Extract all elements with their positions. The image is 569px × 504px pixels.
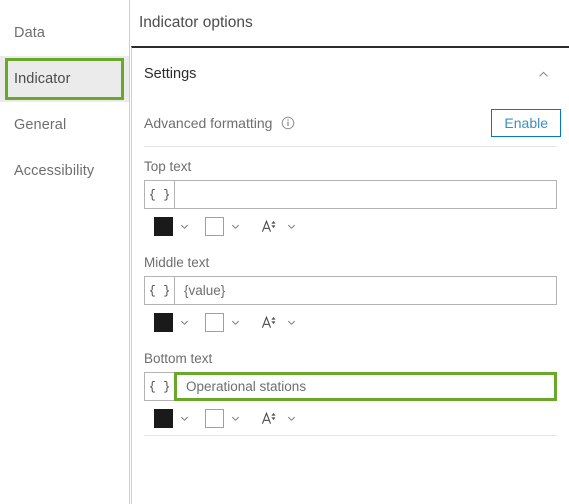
sidebar-item-label: Indicator [14, 71, 71, 87]
middle-text-input[interactable] [174, 276, 557, 305]
chevron-down-icon[interactable] [224, 407, 246, 429]
sidebar-item-indicator[interactable]: Indicator [0, 56, 129, 102]
chevron-down-icon[interactable] [173, 311, 195, 333]
chevron-down-icon[interactable] [224, 215, 246, 237]
settings-section-title: Settings [144, 66, 197, 82]
bottom-text-background-swatch[interactable] [205, 408, 224, 428]
middle-text-color-swatch[interactable] [154, 312, 173, 332]
middle-text-label: Middle text [144, 255, 210, 270]
bottom-text-color-swatch[interactable] [154, 408, 173, 428]
indicator-options-screen: Data Indicator General Accessibility Ind… [0, 0, 569, 504]
sidebar-item-label: Accessibility [14, 163, 95, 179]
sidebar-item-label: General [14, 117, 67, 133]
chevron-down-icon[interactable] [224, 311, 246, 333]
advanced-formatting-row: Advanced formatting Enable [132, 100, 569, 146]
bottom-text-group: Bottom text { } [132, 339, 569, 435]
middle-text-input-row: { } [144, 276, 557, 305]
top-text-input[interactable] [174, 180, 557, 209]
sidebar-item-general[interactable]: General [0, 102, 129, 148]
font-size-icon[interactable] [258, 215, 280, 237]
sidebar: Data Indicator General Accessibility [0, 0, 130, 504]
bottom-text-input-row: { } [144, 372, 557, 401]
chevron-down-icon[interactable] [173, 215, 195, 237]
chevron-down-icon[interactable] [280, 215, 302, 237]
top-text-format-controls [144, 209, 557, 243]
top-text-label: Top text [144, 159, 192, 174]
advanced-formatting-label: Advanced formatting [144, 115, 273, 131]
top-text-expression-button[interactable]: { } [144, 180, 174, 209]
middle-text-group: Middle text { } [132, 243, 569, 339]
middle-text-expression-button[interactable]: { } [144, 276, 174, 305]
bottom-text-input[interactable] [174, 372, 557, 401]
font-size-icon[interactable] [258, 407, 280, 429]
sidebar-item-accessibility[interactable]: Accessibility [0, 148, 129, 194]
top-text-color-swatch[interactable] [154, 216, 173, 236]
chevron-down-icon[interactable] [173, 407, 195, 429]
enable-advanced-formatting-button[interactable]: Enable [491, 109, 561, 137]
settings-card: Settings Advanced formatting Enable Top … [131, 46, 569, 504]
page-title: Indicator options [139, 14, 253, 31]
settings-section-header[interactable]: Settings [132, 48, 569, 100]
bottom-text-format-controls [144, 401, 557, 435]
sidebar-item-data[interactable]: Data [0, 10, 129, 56]
options-panel: Indicator options Settings Advanced form… [130, 0, 569, 504]
bottom-text-expression-button[interactable]: { } [144, 372, 174, 401]
chevron-up-icon[interactable] [535, 66, 551, 82]
top-text-background-swatch[interactable] [205, 216, 224, 236]
bottom-text-label: Bottom text [144, 351, 213, 366]
top-text-input-row: { } [144, 180, 557, 209]
middle-text-background-swatch[interactable] [205, 312, 224, 332]
chevron-down-icon[interactable] [280, 311, 302, 333]
font-size-icon[interactable] [258, 311, 280, 333]
chevron-down-icon[interactable] [280, 407, 302, 429]
top-text-group: Top text { } [132, 147, 569, 243]
bottom-divider [144, 435, 557, 436]
info-circle-icon[interactable] [281, 116, 295, 130]
sidebar-item-label: Data [14, 25, 46, 41]
middle-text-format-controls [144, 305, 557, 339]
